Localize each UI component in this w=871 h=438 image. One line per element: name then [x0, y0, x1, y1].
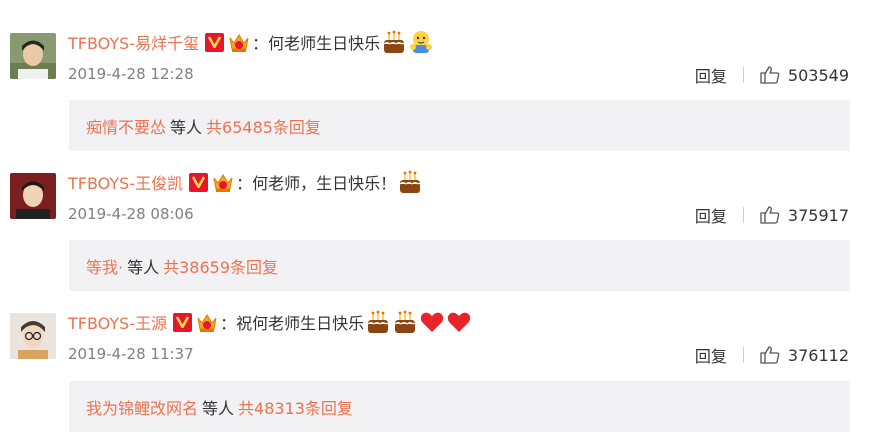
comment-date: 2019-4-28 11:37: [68, 345, 194, 363]
sub-reply-box[interactable]: 痴情不要怂 等人 共65485条回复: [69, 100, 850, 151]
verified-v-icon: [189, 172, 209, 192]
cake-emoji: [392, 309, 418, 335]
crown-member-icon[interactable]: [227, 30, 251, 54]
hug-emoji: [408, 29, 434, 55]
sub-reply-mid: 等人: [202, 398, 235, 418]
crown-member-icon[interactable]: [211, 170, 235, 194]
sub-reply-user[interactable]: 痴情不要怂: [86, 114, 166, 138]
thumb-up-icon: [760, 66, 780, 84]
cake-emoji: [365, 309, 391, 335]
comment-author[interactable]: TFBOYS-易烊千玺: [68, 30, 199, 54]
comment-date: 2019-4-28 08:06: [68, 205, 194, 223]
comment-separator: ：: [220, 314, 237, 333]
divider: [742, 67, 744, 83]
sub-reply-box[interactable]: 等我· 等人 共38659条回复: [69, 240, 850, 291]
like-button[interactable]: 376112: [760, 346, 849, 365]
sub-reply-total[interactable]: 共38659条回复: [163, 254, 278, 278]
like-button[interactable]: 375917: [760, 206, 849, 225]
thumb-up-icon: [760, 346, 780, 364]
sub-reply-total[interactable]: 共65485条回复: [206, 114, 321, 138]
reply-button[interactable]: 回复: [695, 343, 727, 367]
verified-v-icon: [173, 312, 193, 332]
heart-emoji: [419, 309, 445, 335]
like-button[interactable]: 503549: [760, 66, 849, 85]
reply-button[interactable]: 回复: [695, 63, 727, 87]
crown-member-icon[interactable]: [195, 310, 219, 334]
cake-emoji: [397, 169, 423, 195]
thumb-up-icon: [760, 206, 780, 224]
sub-reply-total[interactable]: 共48313条回复: [238, 395, 353, 419]
sub-reply-mid: 等人: [127, 257, 160, 277]
sub-reply-user[interactable]: 等我·: [86, 254, 123, 278]
avatar[interactable]: [10, 313, 56, 359]
comment-author[interactable]: TFBOYS-王源: [68, 310, 167, 334]
comment-date: 2019-4-28 12:28: [68, 65, 194, 83]
like-count: 375917: [787, 205, 849, 225]
cake-emoji: [381, 29, 407, 55]
sub-reply-box[interactable]: 我为锦鲤改网名 等人 共48313条回复: [69, 381, 850, 432]
comment-text: 祝何老师生日快乐: [236, 314, 365, 333]
divider: [742, 347, 744, 363]
comment-separator: ：: [252, 34, 269, 53]
like-count: 376112: [787, 345, 849, 365]
heart-emoji: [446, 309, 472, 335]
divider: [742, 207, 744, 223]
like-count: 503549: [787, 65, 849, 85]
comment-separator: ：: [236, 174, 253, 193]
comment-author[interactable]: TFBOYS-王俊凯: [68, 170, 183, 194]
verified-v-icon: [205, 32, 225, 52]
avatar[interactable]: [10, 33, 56, 79]
sub-reply-user[interactable]: 我为锦鲤改网名: [86, 395, 198, 419]
avatar[interactable]: [10, 173, 56, 219]
comment-text: 何老师，生日快乐！: [252, 174, 397, 193]
sub-reply-mid: 等人: [170, 117, 203, 137]
reply-button[interactable]: 回复: [695, 203, 727, 227]
comment-text: 何老师生日快乐: [268, 34, 381, 53]
